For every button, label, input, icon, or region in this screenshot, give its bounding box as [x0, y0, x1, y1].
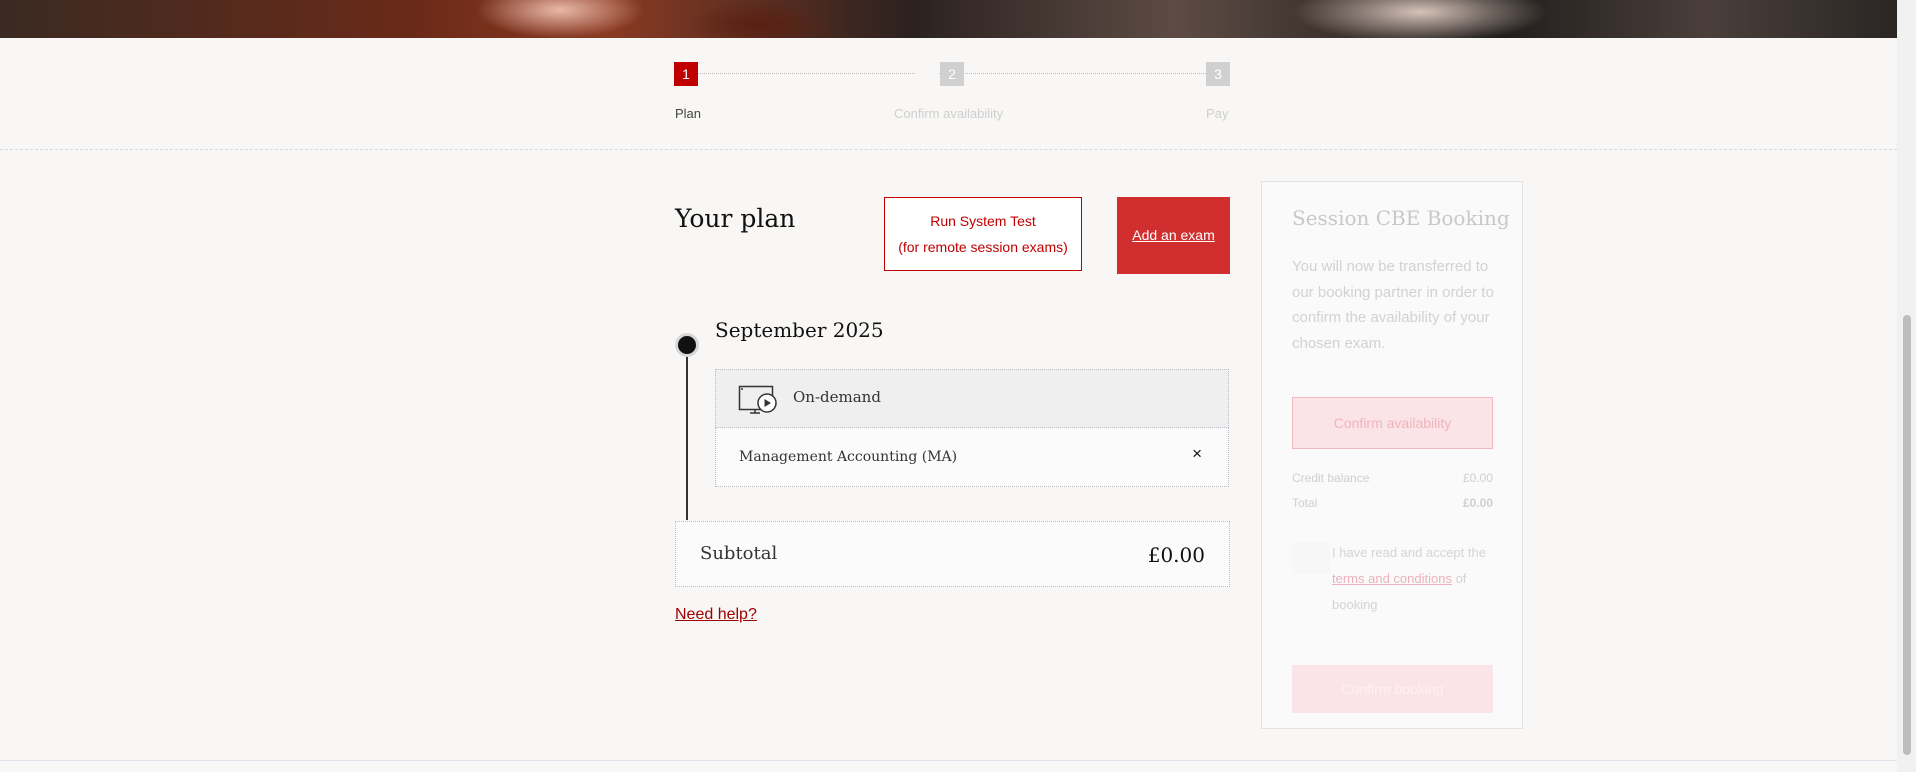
- timeline-month: September 2025: [715, 318, 884, 342]
- footer-divider: [0, 760, 1897, 761]
- exam-name: Management Accounting (MA): [739, 449, 958, 465]
- credit-balance-label: Credit balance: [1292, 471, 1370, 485]
- booking-side-panel: Session CBE Booking You will now be tran…: [1261, 181, 1523, 729]
- run-system-test-button[interactable]: Run System Test (for remote session exam…: [884, 197, 1082, 271]
- confirm-availability-button[interactable]: Confirm availability: [1292, 397, 1493, 449]
- remove-exam-icon[interactable]: ×: [1192, 444, 1202, 464]
- stepper-connector: [698, 73, 915, 75]
- subtotal-label: Subtotal: [700, 543, 778, 564]
- timeline-line: [686, 345, 688, 520]
- hero-banner-image: [0, 0, 1897, 38]
- side-panel-description: You will now be transferred to our booki…: [1292, 258, 1494, 352]
- terms-text: I have read and accept the terms and con…: [1332, 540, 1492, 618]
- run-system-test-sublabel: (for remote session exams): [898, 239, 1068, 255]
- on-demand-label: On-demand: [793, 388, 881, 406]
- need-help-link[interactable]: Need help?: [675, 606, 757, 624]
- subtotal-box: Subtotal £0.00: [675, 521, 1230, 587]
- terms-checkbox[interactable]: [1292, 542, 1330, 574]
- scrollbar-thumb[interactable]: [1903, 315, 1911, 755]
- credit-balance-row: Credit balance £0.00: [1292, 471, 1493, 485]
- confirm-booking-button[interactable]: Confirm booking: [1292, 665, 1493, 713]
- add-exam-button[interactable]: Add an exam: [1117, 197, 1230, 274]
- run-system-test-label: Run System Test: [930, 213, 1036, 229]
- total-row: Total £0.00: [1292, 496, 1493, 510]
- terms-link[interactable]: terms and conditions: [1332, 571, 1452, 586]
- page-scrollbar[interactable]: [1897, 0, 1916, 772]
- step-2-number: 2: [940, 62, 964, 86]
- booking-stepper: 1 2 3 Plan Confirm availability Pay: [674, 62, 1230, 122]
- stepper-connector: [939, 73, 1206, 75]
- credit-balance-value: £0.00: [1462, 471, 1493, 485]
- on-demand-video-icon: [738, 385, 778, 420]
- step-3-number: 3: [1206, 62, 1230, 86]
- step-1-label: Plan: [675, 106, 702, 121]
- page-title: Your plan: [675, 204, 796, 233]
- timeline-dot: [675, 333, 699, 357]
- total-label: Total: [1292, 496, 1318, 510]
- step-3-label: Pay: [1206, 106, 1229, 121]
- step-2-label: Confirm availability: [894, 106, 1004, 121]
- exam-list-item: Management Accounting (MA) ×: [715, 428, 1229, 487]
- terms-prefix: I have read and accept the: [1332, 545, 1486, 560]
- side-panel-title: Session CBE Booking: [1292, 206, 1510, 230]
- subtotal-value: £0.00: [1147, 543, 1205, 567]
- step-1-number: 1: [674, 62, 698, 86]
- on-demand-group-header: On-demand: [715, 369, 1229, 428]
- total-value: £0.00: [1462, 496, 1493, 510]
- section-divider: [0, 149, 1897, 150]
